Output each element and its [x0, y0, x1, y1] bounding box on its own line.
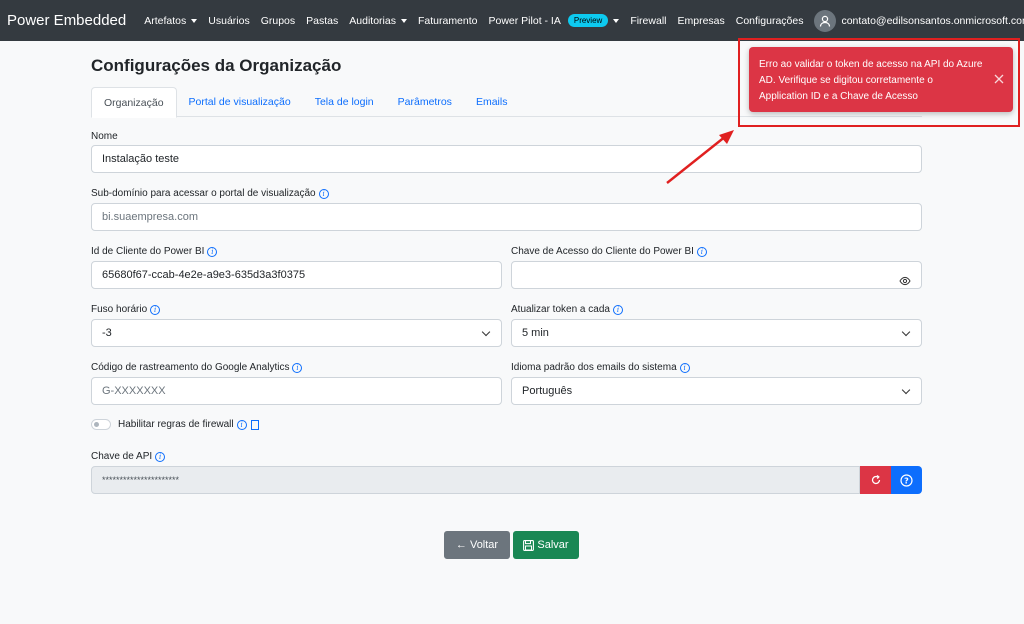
- idioma-label: Idioma padrão dos emails do sistema i: [511, 362, 690, 373]
- user-email: contato@edilsonsantos.onmicrosoft.com: [841, 14, 1024, 27]
- tab-organizacao[interactable]: Organização: [91, 87, 177, 118]
- client-id-input[interactable]: 65680f67-ccab-4e2e-a9e3-635d3a3f0375: [91, 261, 502, 289]
- analytics-input[interactable]: G-XXXXXXX: [91, 377, 502, 405]
- subdominio-label: Sub-domínio para acessar o portal de vis…: [91, 188, 329, 199]
- idioma-select[interactable]: Português: [511, 377, 922, 405]
- nav-configuracoes[interactable]: Configurações: [736, 15, 804, 27]
- chevron-down-icon: [901, 385, 911, 395]
- client-id-label-text: Id de Cliente do Power BI: [91, 246, 205, 257]
- firewall-toggle[interactable]: [91, 419, 111, 430]
- firewall-label: Habilitar regras de firewall i: [118, 419, 259, 430]
- save-button[interactable]: Salvar: [513, 531, 579, 559]
- nome-input[interactable]: Instalação teste: [91, 145, 922, 173]
- info-icon[interactable]: i: [679, 362, 690, 373]
- nav-firewall[interactable]: Firewall: [630, 15, 666, 27]
- nav-artefatos-label: Artefatos: [144, 14, 187, 27]
- caret-down-icon: [400, 18, 407, 23]
- tab-emails[interactable]: Emails: [464, 87, 520, 117]
- nav-empresas[interactable]: Empresas: [677, 15, 724, 27]
- document-icon[interactable]: [250, 419, 259, 430]
- tab-tela-login[interactable]: Tela de login: [303, 87, 386, 117]
- floppy-disk-icon: [523, 539, 535, 551]
- page-title: Configurações da Organização: [91, 56, 342, 75]
- info-icon[interactable]: i: [236, 419, 247, 430]
- brand-logo[interactable]: Power Embedded: [7, 12, 126, 29]
- nav-auditorias-label: Auditorias: [349, 14, 396, 27]
- fuso-label-text: Fuso horário: [91, 304, 148, 315]
- nome-label: Nome: [91, 131, 118, 142]
- subdominio-label-text: Sub-domínio para acessar o portal de vis…: [91, 188, 316, 199]
- info-icon[interactable]: i: [150, 304, 161, 315]
- user-avatar-icon: [814, 9, 837, 32]
- token-label: Atualizar token a cada i: [511, 304, 623, 315]
- firewall-label-text: Habilitar regras de firewall: [118, 419, 234, 430]
- chevron-down-icon: [481, 327, 491, 337]
- info-icon[interactable]: i: [696, 246, 707, 257]
- error-toast: Erro ao validar o token de acesso na API…: [749, 47, 1013, 112]
- caret-down-icon: [613, 18, 620, 23]
- fuso-select[interactable]: -3: [91, 319, 502, 347]
- fuso-value: -3: [102, 327, 112, 339]
- info-icon[interactable]: i: [318, 188, 329, 199]
- nav-artefatos[interactable]: Artefatos: [144, 14, 198, 27]
- back-button[interactable]: ← Voltar: [444, 531, 510, 559]
- save-button-label: Salvar: [537, 539, 569, 551]
- info-icon[interactable]: i: [292, 362, 303, 373]
- nav-usuarios[interactable]: Usuários: [208, 15, 249, 27]
- chevron-down-icon: [901, 327, 911, 337]
- analytics-label: Código de rastreamento do Google Analyti…: [91, 362, 303, 373]
- annotation-arrow: [666, 130, 734, 184]
- close-icon[interactable]: [993, 73, 1005, 85]
- info-icon[interactable]: i: [207, 246, 218, 257]
- idioma-value: Português: [522, 385, 573, 397]
- eye-icon[interactable]: [899, 270, 911, 296]
- nav-power-pilot-label: Power Pilot - IA: [488, 14, 561, 27]
- nav-grupos[interactable]: Grupos: [261, 15, 295, 27]
- user-menu[interactable]: contato@edilsonsantos.onmicrosoft.com: [814, 9, 1024, 32]
- fuso-label: Fuso horário i: [91, 304, 161, 315]
- subdominio-input[interactable]: bi.suaempresa.com: [91, 203, 922, 231]
- info-icon[interactable]: i: [612, 304, 623, 315]
- token-select[interactable]: 5 min: [511, 319, 922, 347]
- token-label-text: Atualizar token a cada: [511, 304, 610, 315]
- api-key-field: **********************: [91, 466, 860, 494]
- tab-parametros[interactable]: Parâmetros: [386, 87, 464, 117]
- error-toast-message: Erro ao validar o token de acesso na API…: [759, 59, 983, 102]
- caret-down-icon: [191, 18, 198, 23]
- preview-badge: Preview: [567, 14, 609, 27]
- top-navbar: Power Embedded Artefatos Usuários Grupos…: [0, 0, 1024, 41]
- info-icon[interactable]: i: [155, 451, 166, 462]
- client-secret-label-text: Chave de Acesso do Cliente do Power BI: [511, 246, 694, 257]
- question-circle-icon: ?: [900, 473, 913, 487]
- refresh-icon: [871, 474, 880, 485]
- idioma-label-text: Idioma padrão dos emails do sistema: [511, 362, 677, 373]
- analytics-label-text: Código de rastreamento do Google Analyti…: [91, 362, 290, 373]
- client-id-label: Id de Cliente do Power BI i: [91, 246, 218, 257]
- nav-auditorias[interactable]: Auditorias: [349, 15, 407, 27]
- client-secret-input[interactable]: [511, 261, 922, 289]
- client-secret-label: Chave de Acesso do Cliente do Power BI i: [511, 246, 707, 257]
- api-key-label-text: Chave de API: [91, 451, 153, 462]
- tab-portal-visualizacao[interactable]: Portal de visualização: [177, 87, 303, 117]
- nav-power-pilot[interactable]: Power Pilot - IA Preview: [489, 14, 620, 27]
- token-value: 5 min: [522, 327, 549, 339]
- regenerate-api-key-button[interactable]: [860, 466, 891, 494]
- nav-pastas[interactable]: Pastas: [306, 15, 338, 27]
- nav-faturamento[interactable]: Faturamento: [418, 15, 478, 27]
- svg-text:?: ?: [904, 476, 909, 485]
- api-help-button[interactable]: ?: [891, 466, 922, 494]
- api-key-label: Chave de API i: [91, 451, 166, 462]
- nome-label-text: Nome: [91, 131, 118, 142]
